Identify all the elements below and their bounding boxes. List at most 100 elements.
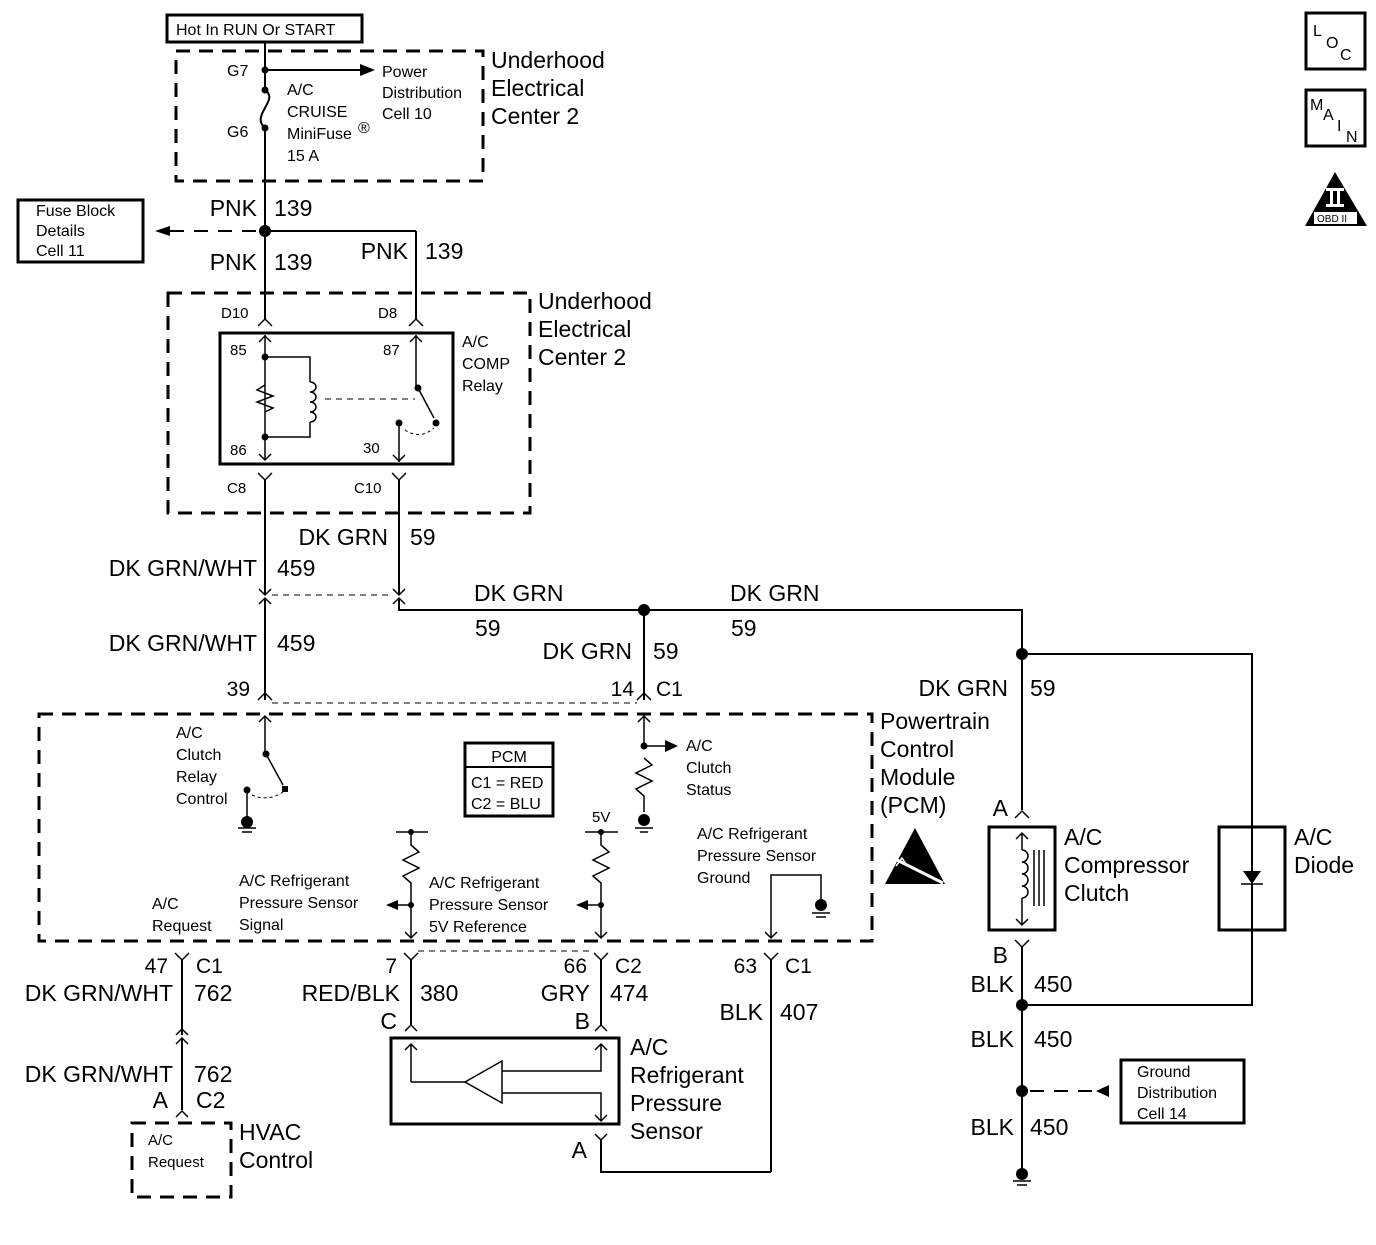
schematic-label: A/C bbox=[686, 738, 713, 755]
schematic-label: Distribution bbox=[1137, 1085, 1217, 1102]
schematic-label: RED/BLK bbox=[302, 980, 401, 1006]
schematic-label: C bbox=[1340, 47, 1352, 64]
ac-diode: A/C Diode bbox=[1217, 824, 1354, 932]
sensor-ground-circuit: A/C Refrigerant Pressure Sensor Ground bbox=[697, 826, 830, 940]
schematic-label: BLK bbox=[720, 999, 764, 1025]
schematic-label: GRY bbox=[541, 980, 590, 1006]
schematic-label: Cell 10 bbox=[382, 106, 432, 123]
schematic-label: DK GRN/WHT bbox=[25, 980, 173, 1006]
schematic-label: 5V Reference bbox=[429, 919, 527, 936]
obd-ii-icon[interactable]: OBD II bbox=[1305, 172, 1367, 226]
main-icon[interactable]: M A I N bbox=[1304, 88, 1367, 148]
schematic-label: 474 bbox=[610, 980, 649, 1006]
schematic-label: Control bbox=[176, 791, 228, 808]
schematic-label: 59 bbox=[1030, 675, 1056, 701]
schematic-label: 39 bbox=[227, 678, 250, 701]
schematic-label: A/C Refrigerant bbox=[697, 826, 808, 843]
schematic-label: Center 2 bbox=[491, 103, 579, 129]
schematic-label: D8 bbox=[378, 305, 397, 322]
schematic-label: A/C Refrigerant bbox=[429, 875, 540, 892]
schematic-label: PNK bbox=[361, 238, 409, 264]
schematic-label: Control bbox=[880, 736, 954, 762]
schematic-label: Clutch bbox=[176, 747, 221, 764]
schematic-label: 762 bbox=[194, 980, 232, 1006]
schematic-label: C1 bbox=[656, 678, 683, 701]
schematic-label: 450 bbox=[1034, 1026, 1072, 1052]
schematic-label: A/C bbox=[1294, 824, 1332, 850]
schematic-label: Electrical bbox=[538, 316, 631, 342]
schematic-label: Cell 11 bbox=[36, 243, 85, 260]
schematic-label: PNK bbox=[210, 195, 258, 221]
schematic-label: 459 bbox=[277, 630, 315, 656]
schematic-label: DK GRN/WHT bbox=[109, 555, 257, 581]
refrigerant-pressure-sensor: A/C Refrigerant Pressure Sensor bbox=[389, 1034, 744, 1144]
schematic-label: Diode bbox=[1294, 852, 1354, 878]
schematic-label: 59 bbox=[410, 524, 436, 550]
schematic-label: C bbox=[380, 1008, 397, 1034]
schematic-label: BLK bbox=[971, 1114, 1015, 1140]
schematic-label: 15 A bbox=[287, 148, 319, 165]
schematic-label: Underhood bbox=[538, 288, 652, 314]
schematic-label: COMP bbox=[462, 356, 510, 373]
schematic-label: 407 bbox=[780, 999, 818, 1025]
schematic-label: A bbox=[993, 795, 1009, 821]
schematic-label: A/C bbox=[176, 725, 203, 742]
hot-in-run-label: Hot In RUN Or START bbox=[165, 13, 364, 44]
schematic-label: 139 bbox=[274, 249, 312, 275]
schematic-label: A/C bbox=[152, 896, 179, 913]
schematic-label: Center 2 bbox=[538, 344, 626, 370]
schematic-label: 5V bbox=[592, 809, 610, 826]
schematic-label: C1 = RED bbox=[471, 775, 543, 792]
schematic-label: Pressure Sensor bbox=[429, 897, 549, 914]
schematic-label: 47 bbox=[145, 955, 168, 978]
pnk-139-wires: PNK 139 PNK 139 PNK 139 bbox=[210, 195, 463, 320]
schematic-label: Refrigerant bbox=[630, 1062, 744, 1088]
schematic-label: DK GRN/WHT bbox=[25, 1061, 173, 1087]
ac-compressor-clutch: A A/C Compressor Clutch B bbox=[987, 795, 1190, 968]
schematic-label: Clutch bbox=[1064, 880, 1129, 906]
schematic-label: DK GRN/WHT bbox=[109, 630, 257, 656]
schematic-label: Powertrain bbox=[880, 708, 990, 734]
schematic-label: Compressor bbox=[1064, 852, 1190, 878]
schematic-label: 7 bbox=[385, 955, 397, 978]
schematic-label: Pressure bbox=[630, 1090, 722, 1116]
sensor-5v-reference: 5V A/C Refrigerant Pressure Sensor 5V Re… bbox=[429, 809, 618, 940]
schematic-label: G7 bbox=[227, 63, 248, 80]
schematic-label: A/C bbox=[1064, 824, 1102, 850]
pcm-connector-legend: PCM C1 = RED C2 = BLU bbox=[463, 741, 555, 818]
schematic-label: M bbox=[1310, 97, 1323, 114]
schematic-label: 380 bbox=[420, 980, 458, 1006]
schematic-label: DK GRN bbox=[730, 580, 819, 606]
schematic-label: Request bbox=[152, 918, 212, 935]
clutch-relay-control-switch: A/C Clutch Relay Control bbox=[176, 714, 288, 833]
schematic-label: A bbox=[153, 1087, 169, 1113]
schematic-label: BLK bbox=[971, 1026, 1015, 1052]
schematic-label: A/C Refrigerant bbox=[239, 873, 350, 890]
schematic-label: C1 bbox=[196, 955, 223, 978]
schematic-label: C2 = BLU bbox=[471, 796, 541, 813]
schematic-label: 459 bbox=[277, 555, 315, 581]
schematic-label: Relay bbox=[176, 769, 217, 786]
schematic-label: Control bbox=[239, 1147, 313, 1173]
schematic-label: 66 bbox=[564, 955, 587, 978]
schematic-label: Pressure Sensor bbox=[697, 848, 817, 865]
schematic-label: Underhood bbox=[491, 47, 605, 73]
schematic-label: G6 bbox=[227, 124, 248, 141]
schematic-label: A/C bbox=[630, 1034, 668, 1060]
schematic-label: HVAC bbox=[239, 1119, 301, 1145]
schematic-label: C1 bbox=[785, 955, 812, 978]
schematic-label: DK GRN bbox=[543, 638, 632, 664]
loc-icon[interactable]: L O C bbox=[1304, 11, 1367, 71]
schematic-label: BLK bbox=[971, 971, 1015, 997]
pcm-module: Powertrain Control Module (PCM) 39 14 C1… bbox=[37, 678, 990, 978]
clutch-status-input: A/C Clutch Status bbox=[634, 714, 731, 833]
schematic-label: Relay bbox=[462, 378, 503, 395]
schematic-label: D10 bbox=[221, 305, 249, 322]
schematic-label: Clutch bbox=[686, 760, 731, 777]
schematic-label: Pressure Sensor bbox=[239, 895, 359, 912]
schematic-label: DK GRN bbox=[299, 524, 388, 550]
schematic-label: 139 bbox=[425, 238, 463, 264]
schematic-label: DK GRN bbox=[919, 675, 1008, 701]
schematic-label: Ground bbox=[1137, 1064, 1190, 1081]
schematic-label: Electrical bbox=[491, 75, 584, 101]
